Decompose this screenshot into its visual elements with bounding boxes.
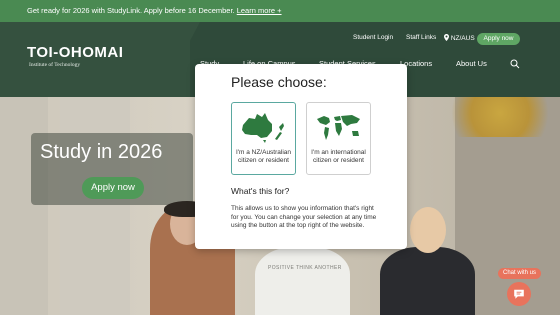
- location-pin-icon: [444, 34, 449, 41]
- staff-links-link[interactable]: Staff Links: [406, 34, 436, 41]
- chat-bubble-icon: [514, 289, 524, 299]
- header-apply-button[interactable]: Apply now: [477, 33, 520, 45]
- region-label: NZ/AUS: [450, 35, 475, 42]
- whats-this-heading: What's this for?: [231, 186, 290, 196]
- announcement-bar: Get ready for 2026 with StudyLink. Apply…: [0, 0, 560, 22]
- student-photo-center: [255, 247, 350, 315]
- nav-about-us[interactable]: About Us: [456, 59, 487, 68]
- hero-title: Study in 2026: [40, 141, 163, 163]
- choice-nz-label: I'm a NZ/Australian citizen or resident: [235, 149, 292, 164]
- site-logo[interactable]: TOI-OHOMAI: [27, 44, 123, 61]
- choice-international-label: I'm an international citizen or resident: [311, 149, 366, 164]
- announcement-text: Get ready for 2026 with StudyLink. Apply…: [27, 6, 235, 15]
- autumn-tree: [440, 97, 560, 137]
- modal-title: Please choose:: [231, 74, 327, 90]
- modal-explanation: This allows us to show you information t…: [231, 205, 377, 229]
- choice-nz-australia[interactable]: I'm a NZ/Australian citizen or resident: [231, 102, 296, 175]
- search-icon[interactable]: [510, 59, 520, 69]
- announcement-learn-more-link[interactable]: Learn more +: [237, 6, 282, 15]
- world-map-icon: [316, 115, 360, 140]
- region-selector[interactable]: NZ/AUS: [444, 34, 475, 42]
- choice-international[interactable]: I'm an international citizen or resident: [306, 102, 371, 175]
- student-login-link[interactable]: Student Login: [353, 34, 393, 41]
- chat-button[interactable]: [507, 282, 531, 306]
- student-photo-right: [380, 247, 475, 315]
- region-choice-modal: Please choose: I'm a NZ/Australian citiz…: [195, 64, 407, 249]
- shirt-text: POSITIVE THINK ANOTHER: [268, 265, 342, 271]
- chat-label[interactable]: Chat with us: [498, 268, 541, 279]
- hero-apply-button[interactable]: Apply now: [82, 177, 144, 199]
- site-logo-tagline: Institute of Technology: [29, 62, 81, 68]
- nz-australia-map-icon: [241, 113, 284, 143]
